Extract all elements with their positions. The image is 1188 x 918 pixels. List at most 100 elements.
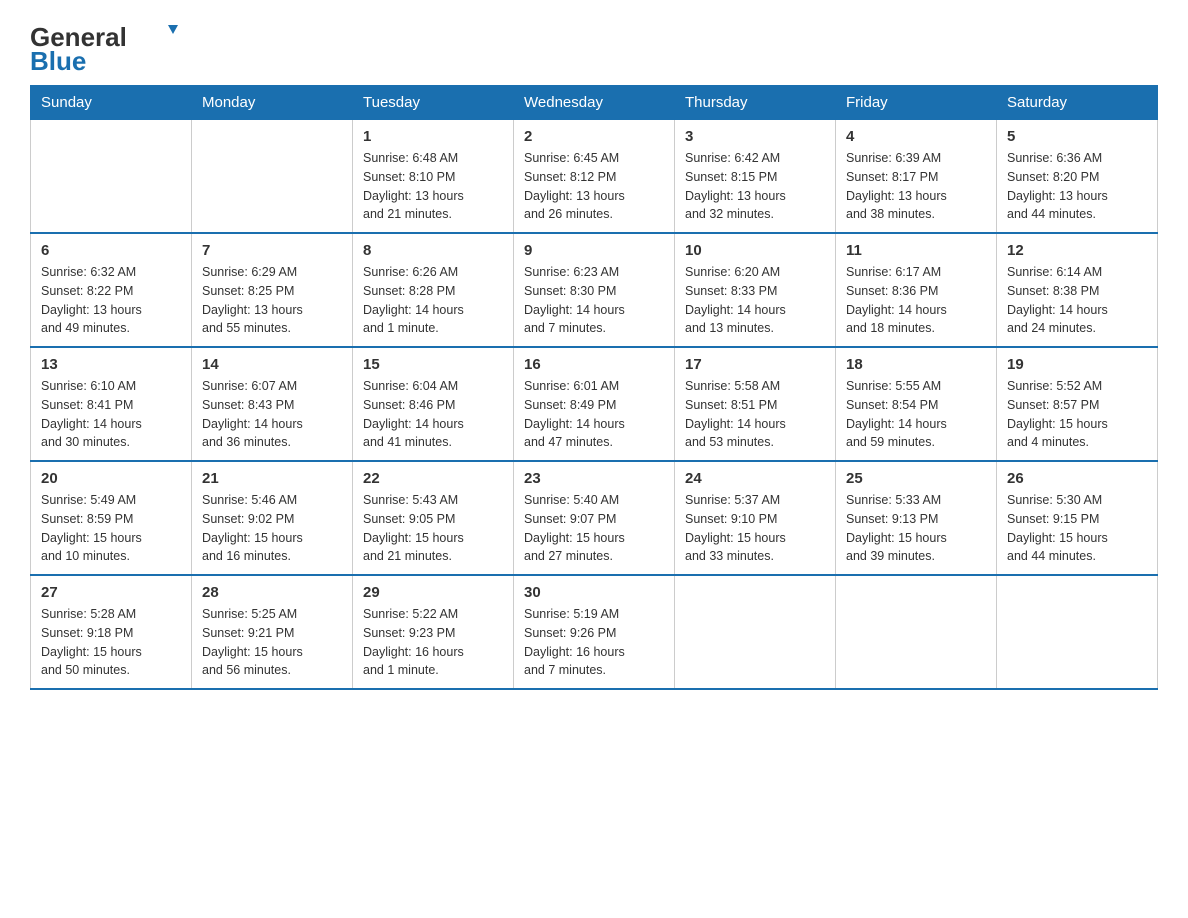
day-info: Sunrise: 6:01 AM Sunset: 8:49 PM Dayligh… bbox=[524, 377, 664, 452]
calendar-cell: 9Sunrise: 6:23 AM Sunset: 8:30 PM Daylig… bbox=[514, 233, 675, 347]
calendar-cell: 2 Sunrise: 6:45 AM Sunset: 8:12 PM Daylig… bbox=[514, 120, 675, 234]
day-number: 30 bbox=[524, 584, 664, 601]
day-info: Sunrise: 5:30 AM Sunset: 9:15 PM Dayligh… bbox=[1007, 491, 1147, 566]
calendar-table: SundayMondayTuesdayWednesdayThursdayFrid… bbox=[30, 85, 1158, 690]
day-info: Sunrise: 5:28 AM Sunset: 9:18 PM Dayligh… bbox=[41, 605, 181, 680]
calendar-cell: 11 Sunrise: 6:17 AM Sunset: 8:36 PM Dayli… bbox=[836, 233, 997, 347]
day-info: Sunrise: 6:42 AM Sunset: 8:15 PM Dayligh… bbox=[685, 149, 825, 224]
day-number: 24 bbox=[685, 470, 825, 487]
calendar-cell: 27 Sunrise: 5:28 AM Sunset: 9:18 PM Dayli… bbox=[31, 575, 192, 689]
svg-text:Blue: Blue bbox=[30, 46, 86, 75]
day-info: Sunrise: 5:25 AM Sunset: 9:21 PM Dayligh… bbox=[202, 605, 342, 680]
day-info: Sunrise: 5:43 AM Sunset: 9:05 PM Dayligh… bbox=[363, 491, 503, 566]
page-header: General Blue bbox=[30, 20, 1158, 75]
day-number: 21 bbox=[202, 470, 342, 487]
calendar-cell bbox=[836, 575, 997, 689]
calendar-week-row: 20 Sunrise: 5:49 AM Sunset: 8:59 PM Dayli… bbox=[31, 461, 1158, 575]
day-number: 22 bbox=[363, 470, 503, 487]
header-friday: Friday bbox=[836, 86, 997, 120]
calendar-cell: 25 Sunrise: 5:33 AM Sunset: 9:13 PM Dayli… bbox=[836, 461, 997, 575]
day-info: Sunrise: 5:49 AM Sunset: 8:59 PM Dayligh… bbox=[41, 491, 181, 566]
day-info: Sunrise: 6:20 AM Sunset: 8:33 PM Dayligh… bbox=[685, 263, 825, 338]
day-number: 26 bbox=[1007, 470, 1147, 487]
day-number: 28 bbox=[202, 584, 342, 601]
calendar-cell bbox=[997, 575, 1158, 689]
calendar-cell bbox=[675, 575, 836, 689]
calendar-week-row: 27 Sunrise: 5:28 AM Sunset: 9:18 PM Dayli… bbox=[31, 575, 1158, 689]
calendar-week-row: 6Sunrise: 6:32 AM Sunset: 8:22 PM Daylig… bbox=[31, 233, 1158, 347]
day-number: 27 bbox=[41, 584, 181, 601]
day-info: Sunrise: 6:39 AM Sunset: 8:17 PM Dayligh… bbox=[846, 149, 986, 224]
day-info: Sunrise: 5:22 AM Sunset: 9:23 PM Dayligh… bbox=[363, 605, 503, 680]
calendar-cell: 12 Sunrise: 6:14 AM Sunset: 8:38 PM Dayli… bbox=[997, 233, 1158, 347]
day-info: Sunrise: 5:46 AM Sunset: 9:02 PM Dayligh… bbox=[202, 491, 342, 566]
day-number: 13 bbox=[41, 356, 181, 373]
day-number: 2 bbox=[524, 128, 664, 145]
calendar-cell: 18Sunrise: 5:55 AM Sunset: 8:54 PM Dayli… bbox=[836, 347, 997, 461]
day-info: Sunrise: 5:33 AM Sunset: 9:13 PM Dayligh… bbox=[846, 491, 986, 566]
calendar-cell: 4Sunrise: 6:39 AM Sunset: 8:17 PM Daylig… bbox=[836, 120, 997, 234]
day-number: 7 bbox=[202, 242, 342, 259]
calendar-cell: 3 Sunrise: 6:42 AM Sunset: 8:15 PM Daylig… bbox=[675, 120, 836, 234]
day-number: 16 bbox=[524, 356, 664, 373]
calendar-cell: 5 Sunrise: 6:36 AM Sunset: 8:20 PM Daylig… bbox=[997, 120, 1158, 234]
calendar-cell bbox=[192, 120, 353, 234]
day-number: 14 bbox=[202, 356, 342, 373]
day-info: Sunrise: 5:37 AM Sunset: 9:10 PM Dayligh… bbox=[685, 491, 825, 566]
calendar-cell: 16 Sunrise: 6:01 AM Sunset: 8:49 PM Dayli… bbox=[514, 347, 675, 461]
day-info: Sunrise: 6:07 AM Sunset: 8:43 PM Dayligh… bbox=[202, 377, 342, 452]
calendar-header-row: SundayMondayTuesdayWednesdayThursdayFrid… bbox=[31, 86, 1158, 120]
calendar-cell bbox=[31, 120, 192, 234]
calendar-cell: 17Sunrise: 5:58 AM Sunset: 8:51 PM Dayli… bbox=[675, 347, 836, 461]
day-info: Sunrise: 5:52 AM Sunset: 8:57 PM Dayligh… bbox=[1007, 377, 1147, 452]
calendar-week-row: 13 Sunrise: 6:10 AM Sunset: 8:41 PM Dayli… bbox=[31, 347, 1158, 461]
day-number: 29 bbox=[363, 584, 503, 601]
calendar-cell: 10 Sunrise: 6:20 AM Sunset: 8:33 PM Dayli… bbox=[675, 233, 836, 347]
calendar-cell: 22 Sunrise: 5:43 AM Sunset: 9:05 PM Dayli… bbox=[353, 461, 514, 575]
day-info: Sunrise: 6:48 AM Sunset: 8:10 PM Dayligh… bbox=[363, 149, 503, 224]
day-info: Sunrise: 6:14 AM Sunset: 8:38 PM Dayligh… bbox=[1007, 263, 1147, 338]
calendar-cell: 21 Sunrise: 5:46 AM Sunset: 9:02 PM Dayli… bbox=[192, 461, 353, 575]
calendar-week-row: 1 Sunrise: 6:48 AM Sunset: 8:10 PM Daylig… bbox=[31, 120, 1158, 234]
day-number: 19 bbox=[1007, 356, 1147, 373]
day-number: 10 bbox=[685, 242, 825, 259]
day-info: Sunrise: 5:55 AM Sunset: 8:54 PM Dayligh… bbox=[846, 377, 986, 452]
calendar-cell: 6Sunrise: 6:32 AM Sunset: 8:22 PM Daylig… bbox=[31, 233, 192, 347]
day-info: Sunrise: 5:19 AM Sunset: 9:26 PM Dayligh… bbox=[524, 605, 664, 680]
logo: General Blue bbox=[30, 20, 190, 75]
calendar-cell: 7 Sunrise: 6:29 AM Sunset: 8:25 PM Daylig… bbox=[192, 233, 353, 347]
logo-icon: General Blue bbox=[30, 20, 190, 75]
day-number: 9 bbox=[524, 242, 664, 259]
day-info: Sunrise: 6:04 AM Sunset: 8:46 PM Dayligh… bbox=[363, 377, 503, 452]
day-number: 25 bbox=[846, 470, 986, 487]
day-number: 11 bbox=[846, 242, 986, 259]
day-info: Sunrise: 5:40 AM Sunset: 9:07 PM Dayligh… bbox=[524, 491, 664, 566]
calendar-cell: 8Sunrise: 6:26 AM Sunset: 8:28 PM Daylig… bbox=[353, 233, 514, 347]
header-thursday: Thursday bbox=[675, 86, 836, 120]
day-number: 1 bbox=[363, 128, 503, 145]
calendar-cell: 26 Sunrise: 5:30 AM Sunset: 9:15 PM Dayli… bbox=[997, 461, 1158, 575]
day-info: Sunrise: 6:29 AM Sunset: 8:25 PM Dayligh… bbox=[202, 263, 342, 338]
day-number: 6 bbox=[41, 242, 181, 259]
day-number: 12 bbox=[1007, 242, 1147, 259]
header-saturday: Saturday bbox=[997, 86, 1158, 120]
calendar-cell: 20 Sunrise: 5:49 AM Sunset: 8:59 PM Dayli… bbox=[31, 461, 192, 575]
day-info: Sunrise: 6:10 AM Sunset: 8:41 PM Dayligh… bbox=[41, 377, 181, 452]
day-number: 20 bbox=[41, 470, 181, 487]
day-number: 3 bbox=[685, 128, 825, 145]
day-info: Sunrise: 6:45 AM Sunset: 8:12 PM Dayligh… bbox=[524, 149, 664, 224]
calendar-cell: 29 Sunrise: 5:22 AM Sunset: 9:23 PM Dayli… bbox=[353, 575, 514, 689]
day-number: 5 bbox=[1007, 128, 1147, 145]
header-tuesday: Tuesday bbox=[353, 86, 514, 120]
day-info: Sunrise: 6:17 AM Sunset: 8:36 PM Dayligh… bbox=[846, 263, 986, 338]
day-number: 23 bbox=[524, 470, 664, 487]
day-info: Sunrise: 5:58 AM Sunset: 8:51 PM Dayligh… bbox=[685, 377, 825, 452]
calendar-cell: 1 Sunrise: 6:48 AM Sunset: 8:10 PM Daylig… bbox=[353, 120, 514, 234]
calendar-cell: 14 Sunrise: 6:07 AM Sunset: 8:43 PM Dayli… bbox=[192, 347, 353, 461]
calendar-cell: 30 Sunrise: 5:19 AM Sunset: 9:26 PM Dayli… bbox=[514, 575, 675, 689]
calendar-cell: 13 Sunrise: 6:10 AM Sunset: 8:41 PM Dayli… bbox=[31, 347, 192, 461]
day-info: Sunrise: 6:36 AM Sunset: 8:20 PM Dayligh… bbox=[1007, 149, 1147, 224]
header-wednesday: Wednesday bbox=[514, 86, 675, 120]
day-number: 15 bbox=[363, 356, 503, 373]
calendar-cell: 24 Sunrise: 5:37 AM Sunset: 9:10 PM Dayli… bbox=[675, 461, 836, 575]
